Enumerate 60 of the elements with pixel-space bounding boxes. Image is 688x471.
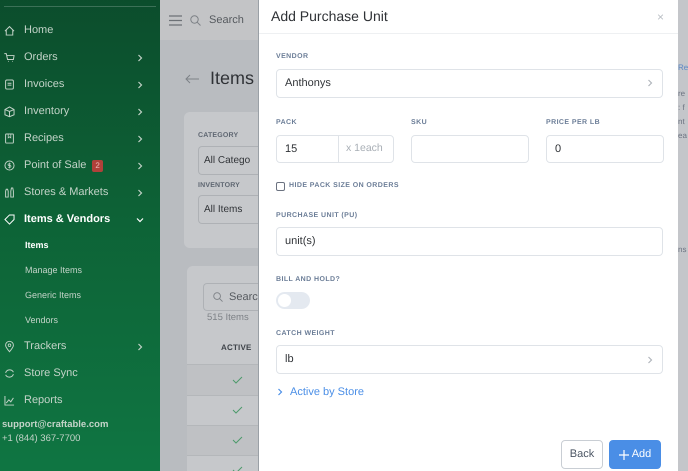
chevron-right-icon xyxy=(276,388,284,396)
modal-title: Add Purchase Unit xyxy=(271,7,388,26)
sidebar-subitem[interactable]: Generic Items xyxy=(0,283,160,308)
chart-icon xyxy=(3,394,16,407)
sidebar-subitem[interactable]: Manage Items xyxy=(0,258,160,283)
sku-input[interactable] xyxy=(411,135,529,163)
pack-input[interactable]: 15 xyxy=(277,136,339,162)
sidebar-subitem[interactable]: Vendors xyxy=(0,308,160,333)
sidebar-item[interactable]: Reports xyxy=(0,387,160,414)
sidebar-item[interactable]: Invoices xyxy=(0,71,160,98)
sidebar-subitem[interactable]: Items xyxy=(0,233,160,258)
text-fragment: ea xyxy=(678,130,688,141)
active-by-store-link[interactable]: Active by Store xyxy=(276,384,364,400)
back-arrow-icon[interactable] xyxy=(185,74,200,84)
invoice-icon xyxy=(3,78,16,91)
sidebar-item[interactable]: Point of Sale 2 xyxy=(0,152,160,179)
vendor-select[interactable]: Anthonys xyxy=(276,68,663,98)
item-count: 515 Items xyxy=(207,311,250,326)
book-icon xyxy=(3,132,16,145)
purchase-unit-input[interactable]: unit(s) xyxy=(276,227,663,256)
sync-icon xyxy=(3,367,16,380)
column-header: ACTIVE xyxy=(221,342,253,354)
sidebar-item[interactable]: Inventory xyxy=(0,98,160,125)
support-phone: +1 (844) 367-7700 xyxy=(1,432,82,446)
checkbox[interactable] xyxy=(276,182,285,191)
chevron-right-icon xyxy=(646,79,654,87)
price-input[interactable]: 0 xyxy=(546,135,664,163)
support-email[interactable]: support@craftable.com xyxy=(0,418,160,432)
dollar-icon xyxy=(3,159,16,172)
chevron-right-icon xyxy=(646,356,654,364)
sidebar-item[interactable]: Recipes xyxy=(0,125,160,152)
tag-icon xyxy=(3,213,16,226)
box-icon xyxy=(3,105,16,118)
sidebar-item[interactable]: Items & Vendors xyxy=(0,206,160,233)
home-icon xyxy=(3,24,16,37)
count-badge: 2 xyxy=(92,160,103,172)
sidebar-item[interactable]: Trackers xyxy=(0,333,160,360)
text-fragment: : f xyxy=(678,102,686,113)
text-fragment: Re xyxy=(678,62,688,73)
pack-unit-addon: x 1each xyxy=(345,141,383,156)
menu-icon[interactable] xyxy=(169,14,182,26)
page-title: Items xyxy=(210,67,254,90)
bottles-icon xyxy=(3,186,16,199)
plus-icon xyxy=(618,450,629,460)
sidebar-item[interactable]: Store Sync xyxy=(0,360,160,387)
cart-icon xyxy=(3,51,16,64)
search-icon xyxy=(213,292,223,302)
text-fragment: nt xyxy=(678,116,686,127)
sidebar-item[interactable]: Home xyxy=(0,17,160,44)
sidebar-item[interactable]: Orders xyxy=(0,44,160,71)
catch-weight-select[interactable]: lb xyxy=(276,345,663,374)
pin-icon xyxy=(3,340,16,353)
back-button[interactable]: Back xyxy=(561,440,603,469)
text-fragment: ns xyxy=(678,244,688,255)
text-fragment: re xyxy=(678,88,686,99)
search-field[interactable]: Search xyxy=(209,12,244,28)
sidebar-item[interactable]: Stores & Markets xyxy=(0,179,160,206)
search-icon xyxy=(190,14,201,26)
toggle-switch[interactable] xyxy=(276,292,310,308)
add-button[interactable]: Add xyxy=(609,440,661,469)
